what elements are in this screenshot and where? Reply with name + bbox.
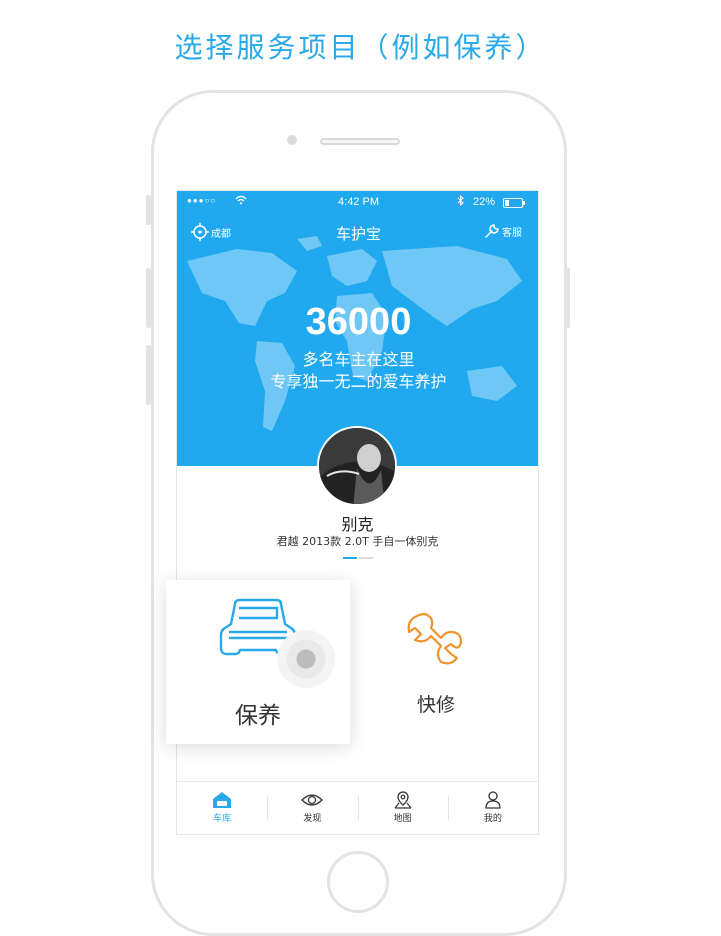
pager-dot-active[interactable] (343, 557, 357, 559)
car-photo-icon (319, 428, 395, 504)
wrench-tool-icon (485, 224, 499, 238)
car-avatar[interactable] (317, 426, 397, 506)
tab-profile-label: 我的 (483, 814, 502, 824)
maintenance-label: 保养 (235, 703, 281, 729)
quick-repair-label[interactable]: 快修 (386, 690, 486, 717)
nav-bar: 成都 车护宝 客服 (177, 217, 538, 247)
wrench-icon[interactable] (403, 612, 463, 668)
earpiece-speaker (320, 138, 400, 145)
tab-map-label: 地图 (393, 814, 412, 824)
touch-ripple (277, 630, 335, 688)
customer-service-button[interactable]: 客服 (484, 223, 522, 239)
front-camera (287, 135, 297, 145)
tab-garage-label: 车库 (213, 814, 232, 824)
hero-subtitle-1: 多名车主在这里 (302, 350, 415, 369)
hero-subtitle-2: 专享独一无二的爱车养护 (270, 372, 447, 391)
garage-icon (213, 792, 232, 808)
user-count: 36000 (305, 301, 412, 343)
caption-title: 选择服务项目（例如保养） (174, 31, 547, 64)
hero-banner: ●●●○○ 4:42 PM 22% 成都 车护宝 客服 36000 多名车主在这… (177, 191, 538, 466)
car-brand: 别克 (341, 515, 374, 534)
bottom-tab-bar: 车库 发现 地图 我的 (177, 781, 538, 834)
user-icon (485, 791, 501, 809)
tab-map[interactable]: 地图 (357, 782, 448, 834)
carousel-pager (343, 557, 373, 559)
tab-discover[interactable]: 发现 (267, 782, 357, 834)
volume-down-button (146, 345, 151, 405)
car-model: 君越 2013款 2.0T 手自一体别克 (276, 535, 439, 548)
status-bar: ●●●○○ 4:42 PM 22% (177, 191, 538, 213)
tab-profile[interactable]: 我的 (447, 782, 538, 834)
tab-garage[interactable]: 车库 (177, 782, 267, 834)
home-button[interactable] (327, 851, 389, 913)
eye-icon (301, 794, 324, 806)
service-label: 客服 (502, 227, 522, 239)
tab-discover-label: 发现 (303, 814, 322, 824)
pager-dot[interactable] (359, 557, 373, 559)
bluetooth-icon (457, 194, 464, 209)
volume-up-button (146, 268, 151, 328)
map-pin-icon (394, 791, 412, 809)
battery-icon (503, 198, 525, 208)
battery-percent: 22% (473, 196, 496, 208)
mute-switch (146, 195, 151, 225)
power-button (565, 268, 570, 328)
